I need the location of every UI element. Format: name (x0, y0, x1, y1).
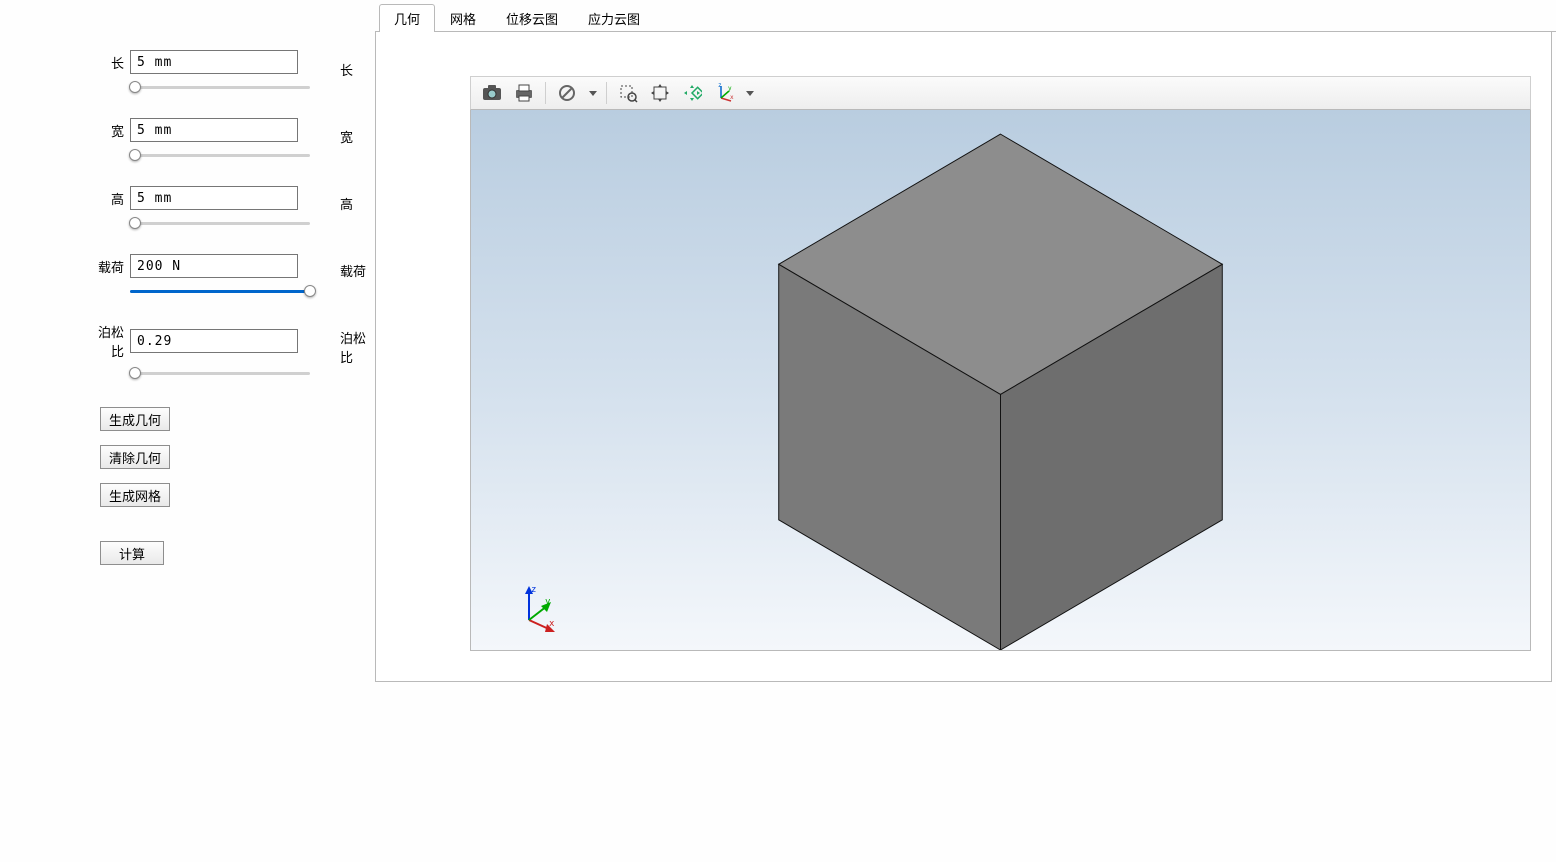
camera-icon[interactable] (477, 79, 507, 107)
length-slider[interactable] (130, 78, 310, 96)
echo-length: 长 (340, 60, 375, 79)
dropdown-icon[interactable] (584, 79, 600, 107)
tab-displacement[interactable]: 位移云图 (491, 4, 573, 32)
param-label-poisson: 泊松比 (90, 322, 130, 360)
svg-text:y: y (728, 85, 732, 92)
parameters-panel: 长 宽 高 载荷 (0, 0, 375, 862)
tab-stress[interactable]: 应力云图 (573, 4, 655, 32)
nil-icon[interactable] (552, 79, 582, 107)
width-input[interactable] (130, 118, 298, 142)
echo-height: 高 (340, 194, 375, 213)
param-row-width: 宽 (90, 118, 355, 142)
echo-width: 宽 (340, 127, 375, 146)
poisson-input[interactable] (130, 329, 298, 353)
geometry-viewport[interactable]: z x y (470, 110, 1531, 651)
viewer-toolbar: z x y (470, 76, 1531, 110)
tab-mesh[interactable]: 网格 (435, 4, 491, 32)
toolbar-separator (606, 82, 607, 104)
generate-geometry-button[interactable]: 生成几何 (100, 407, 170, 431)
clear-geometry-button[interactable]: 清除几何 (100, 445, 170, 469)
zoom-select-icon[interactable] (613, 79, 643, 107)
tab-geometry[interactable]: 几何 (379, 4, 435, 32)
param-row-height: 高 (90, 186, 355, 210)
echo-load: 载荷 (340, 261, 375, 280)
load-input[interactable] (130, 254, 298, 278)
results-panel: 几何 网格 位移云图 应力云图 (375, 0, 1556, 862)
orientation-triad: z x y (511, 582, 561, 632)
printer-icon[interactable] (509, 79, 539, 107)
param-label-width: 宽 (90, 121, 130, 140)
svg-text:x: x (730, 94, 734, 101)
load-slider[interactable] (130, 282, 310, 300)
param-label-length: 长 (90, 53, 130, 72)
param-row-poisson: 泊松比 (90, 322, 355, 360)
param-row-load: 载荷 (90, 254, 355, 278)
tab-content-geometry: z x y (375, 32, 1552, 682)
result-tabs: 几何 网格 位移云图 应力云图 (375, 6, 1556, 32)
svg-text:z: z (531, 585, 536, 595)
echo-poisson: 泊松比 (340, 328, 375, 366)
action-buttons: 生成几何 清除几何 生成网格 计算 (100, 407, 355, 565)
svg-text:z: z (718, 83, 722, 89)
poisson-slider[interactable] (130, 364, 310, 382)
generate-mesh-button[interactable]: 生成网格 (100, 483, 170, 507)
toolbar-separator (545, 82, 546, 104)
dropdown-icon[interactable] (741, 79, 757, 107)
param-label-height: 高 (90, 189, 130, 208)
svg-text:y: y (545, 597, 551, 607)
calculate-button[interactable]: 计算 (100, 541, 164, 565)
height-input[interactable] (130, 186, 298, 210)
svg-text:x: x (549, 619, 555, 629)
app-root: 长 宽 高 载荷 (0, 0, 1556, 862)
echo-label-column: 长 宽 高 载荷 泊松比 (340, 60, 375, 366)
axis-icon[interactable]: z x y (709, 79, 739, 107)
cube-render (471, 110, 1530, 650)
length-input[interactable] (130, 50, 298, 74)
height-slider[interactable] (130, 214, 310, 232)
param-label-load: 载荷 (90, 257, 130, 276)
width-slider[interactable] (130, 146, 310, 164)
param-row-length: 长 (90, 50, 355, 74)
fit-all-icon[interactable] (677, 79, 707, 107)
pan-icon[interactable] (645, 79, 675, 107)
